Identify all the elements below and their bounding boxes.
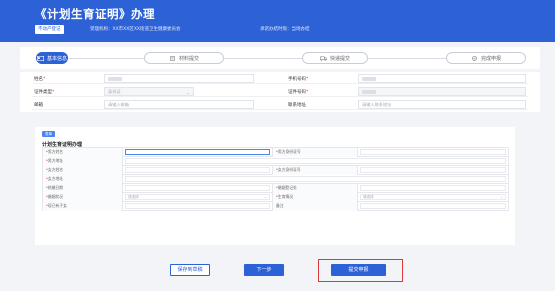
name-field[interactable]	[104, 74, 254, 83]
step-express[interactable]: 快递提交	[302, 52, 368, 64]
id-type-select[interactable]: 身份证 ⌄	[104, 87, 194, 96]
step-label: 完成申报	[480, 55, 501, 62]
marriage-date-label: *结婚日期	[43, 184, 123, 193]
marital-status-select[interactable]: 请选择 ⌄	[125, 194, 270, 200]
form-tag: 表单	[42, 131, 55, 137]
save-draft-button[interactable]: 保存到草稿	[170, 264, 210, 276]
male-address-label: *男方地址	[43, 157, 123, 166]
chevron-down-icon: ⌄	[186, 90, 190, 95]
basic-info-row: 邮箱 请输入邮箱 联系地址 请输入联系地址	[32, 99, 528, 110]
step-connector	[368, 58, 446, 59]
marital-status-label: *婚姻状况	[43, 193, 123, 202]
id-number-field[interactable]	[358, 87, 526, 96]
female-address-label: *女方地址	[43, 175, 123, 184]
document-icon	[169, 55, 176, 61]
form-panel: 表单 计划生育证明办理 *男方姓名 *男方身份证号 *男方地址 *女方姓名 *女…	[35, 127, 515, 245]
phone-label: 手机号码*	[288, 77, 309, 82]
childbirth-status-select[interactable]: 请选择 ⌄	[360, 194, 506, 200]
form-row: *结婚日期 *婚姻登记处	[43, 184, 509, 193]
steps-bar: 基本信息 材料提交 快递提交 完成申报	[20, 47, 540, 69]
female-address-field[interactable]	[125, 176, 506, 182]
female-name-label: *女方姓名	[43, 166, 123, 175]
basic-info-panel: 姓名* 手机号码* 证件类型* 身份证 ⌄ 证件号码* 邮箱 请输入邮箱 联系地址…	[20, 72, 540, 112]
female-id-field[interactable]	[360, 167, 506, 173]
step-basic-info[interactable]: 基本信息	[36, 52, 68, 64]
male-id-label: *男方身份证号	[273, 148, 358, 157]
marriage-date-field[interactable]	[125, 185, 270, 191]
check-circle-icon	[471, 55, 478, 61]
children-label: *现已有子女	[43, 202, 123, 211]
chevron-down-icon: ⌄	[264, 195, 267, 199]
basic-info-row: 姓名* 手机号码*	[32, 73, 528, 84]
male-id-field[interactable]	[360, 149, 506, 155]
step-complete[interactable]: 完成申报	[446, 52, 526, 64]
email-label: 邮箱	[34, 103, 43, 108]
step-materials[interactable]: 材料提交	[144, 52, 224, 64]
male-name-field[interactable]	[125, 149, 270, 155]
male-name-label: *男方姓名	[43, 148, 123, 157]
step-connector	[66, 58, 144, 59]
form-cell	[123, 148, 273, 157]
form-cell	[123, 175, 509, 184]
email-field[interactable]: 请输入邮箱	[104, 100, 254, 109]
page-title: 《计划生育证明》办理	[35, 7, 155, 21]
step-label: 基本信息	[47, 55, 68, 62]
form-row: *女方姓名 *女方身份证号	[43, 166, 509, 175]
form-cell	[123, 202, 273, 211]
service-tag: 不动产登记	[35, 25, 64, 34]
chevron-down-icon: ⌄	[500, 195, 503, 199]
basic-info-row: 证件类型* 身份证 ⌄ 证件号码*	[32, 86, 528, 97]
form-row: *婚姻状况 请选择 ⌄ *生育情况 请选择 ⌄	[43, 193, 509, 202]
form-cell	[358, 166, 509, 175]
remarks-field[interactable]	[360, 203, 506, 209]
form-cell: 请选择 ⌄	[358, 193, 509, 202]
form-row: *男方地址	[43, 157, 509, 166]
male-address-field[interactable]	[125, 158, 506, 164]
step-label: 快递提交	[329, 55, 350, 62]
form-cell	[123, 157, 509, 166]
form-row: *男方姓名 *男方身份证号	[43, 148, 509, 157]
id-type-label: 证件类型*	[34, 90, 55, 95]
name-label: 姓名*	[34, 77, 46, 82]
form-cell	[358, 202, 509, 211]
female-id-label: *女方身份证号	[273, 166, 358, 175]
form-cell	[358, 148, 509, 157]
agency-info: 受理机构：XX市XX区XX街道卫生健康委员会	[90, 27, 181, 32]
form-grid: *男方姓名 *男方身份证号 *男方地址 *女方姓名 *女方身份证号 *女方地址 …	[42, 147, 509, 211]
marriage-office-field[interactable]	[360, 185, 506, 191]
address-field[interactable]: 请输入联系地址	[358, 100, 526, 109]
form-row: *现已有子女 备注	[43, 202, 509, 211]
address-label: 联系地址	[288, 103, 306, 108]
id-number-label: 证件号码*	[288, 90, 309, 95]
truck-icon	[319, 56, 327, 61]
childbirth-status-label: *生育情况	[273, 193, 358, 202]
form-cell	[123, 166, 273, 175]
step-connector	[224, 58, 302, 59]
remarks-label: 备注	[273, 202, 358, 211]
form-cell	[123, 184, 273, 193]
children-field[interactable]	[125, 203, 270, 209]
step-label: 材料提交	[178, 55, 199, 62]
form-cell	[358, 184, 509, 193]
form-cell: 请选择 ⌄	[123, 193, 273, 202]
id-card-icon	[37, 55, 44, 61]
submit-button[interactable]: 提交申报	[331, 264, 386, 276]
female-name-field[interactable]	[125, 167, 270, 173]
time-limit-info: 承诺办结时限：当场办结	[260, 27, 310, 32]
next-step-button[interactable]: 下一步	[244, 264, 284, 276]
marriage-office-label: *婚姻登记处	[273, 184, 358, 193]
form-row: *女方地址	[43, 175, 509, 184]
phone-field[interactable]	[358, 74, 526, 83]
header-banner: 《计划生育证明》办理 不动产登记 受理机构：XX市XX区XX街道卫生健康委员会 …	[0, 0, 555, 42]
